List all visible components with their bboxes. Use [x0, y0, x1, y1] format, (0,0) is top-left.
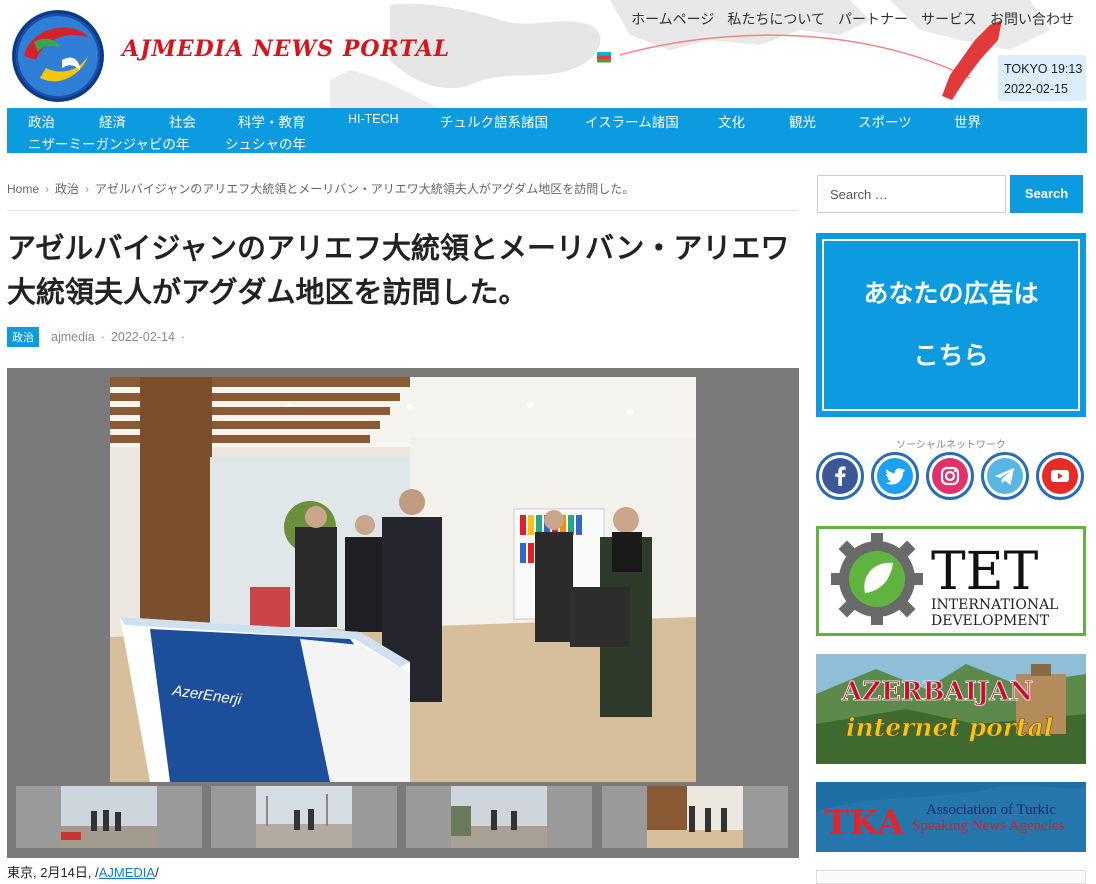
breadcrumb-current: アゼルバイジャンのアリエフ大統領とメーリバン・アリエワ大統領夫人がアグダム地区を… — [95, 182, 635, 196]
social-network-title: ソーシャルネットワーク — [896, 440, 1006, 451]
nav-item-culture[interactable]: 文化 — [718, 111, 745, 131]
nav-item-shusha-year[interactable]: シュシャの年 — [225, 133, 306, 153]
clock-time: TOKYO 19:13 — [1004, 62, 1083, 76]
youtube-icon[interactable] — [1036, 452, 1084, 500]
advertisement-box[interactable]: あなたの広告は こちら — [816, 233, 1086, 417]
tet-big-text: TET — [931, 542, 1039, 602]
tokyo-clock: TOKYO 19:13 2022-02-15 — [998, 55, 1086, 101]
chevron-right-icon: › — [85, 182, 90, 196]
nav-item-hi-tech[interactable]: HI-TECH — [348, 112, 399, 126]
tet-line1: INTERNATIONAL — [931, 597, 1058, 613]
telegram-icon[interactable] — [981, 452, 1029, 500]
top-nav-services[interactable]: サービス — [921, 9, 977, 29]
chevron-right-icon: › — [45, 182, 50, 196]
azerbaijan-internet-portal-banner[interactable]: AZERBAIJAN internet portal — [816, 654, 1086, 764]
aze-line1: AZERBAIJAN — [841, 677, 1033, 707]
aze-line2: internet portal — [846, 713, 1053, 742]
thumbnail-image — [647, 786, 743, 848]
office-visit-photo: AzerEnerji — [110, 377, 696, 782]
article-date: 2022-02-14 — [110, 330, 175, 344]
ad-inner: あなたの広告は こちら — [822, 239, 1080, 411]
article-meta: 政治 ajmedia · 2022-02-14 · — [7, 327, 191, 347]
ad-text-line2: こちら — [913, 341, 989, 370]
top-nav-contact[interactable]: お問い合わせ — [990, 9, 1074, 29]
twitter-icon[interactable] — [871, 452, 919, 500]
next-banner-partial[interactable] — [816, 870, 1086, 884]
tet-logo: TET INTERNATIONAL DEVELOPMENT — [831, 533, 1058, 629]
article-author[interactable]: ajmedia — [51, 330, 95, 344]
main-navigation: 政治 経済 社会 科学・教育 HI-TECH チュルク語系諸国 イスラーム諸国 … — [7, 108, 1087, 153]
top-nav-home[interactable]: ホームページ — [631, 9, 714, 29]
thumbnail-2[interactable] — [211, 786, 397, 848]
thumbnail-1[interactable] — [16, 786, 202, 848]
nav-item-nizami-year[interactable]: ニザーミーガンジャビの年 — [28, 133, 189, 153]
breadcrumb: Home › 政治 › アゼルバイジャンのアリエフ大統領とメーリバン・アリエワ大統領夫人… — [7, 180, 634, 197]
article-caption: 東京, 2月14日, /AJMEDIA/ — [7, 862, 159, 881]
main-photo[interactable]: AzerEnerji — [110, 377, 696, 782]
thumbnail-3[interactable] — [406, 786, 592, 848]
tka-association-banner[interactable]: TKA Association of Turkic Speaking News … — [816, 782, 1086, 852]
facebook-icon[interactable] — [816, 452, 864, 500]
social-icons — [816, 452, 1088, 504]
article-title: アゼルバイジャンのアリエフ大統領とメーリバン・アリエワ大統領夫人がアグダム地区を… — [7, 231, 790, 309]
clock-date: 2022-02-15 — [1004, 82, 1068, 96]
nav-item-economy[interactable]: 経済 — [99, 111, 126, 131]
nav-item-turkic-countries[interactable]: チュルク語系諸国 — [440, 111, 548, 131]
top-navigation: ホームページ 私たちについて パートナー サービス お問い合わせ — [631, 9, 1074, 29]
breadcrumb-category[interactable]: 政治 — [55, 182, 79, 196]
breadcrumb-home[interactable]: Home — [7, 182, 39, 196]
nav-item-tourism[interactable]: 観光 — [789, 111, 816, 131]
nav-item-science-education[interactable]: 科学・教育 — [238, 111, 306, 131]
thumbnail-image — [256, 786, 352, 848]
divider — [7, 210, 799, 211]
ad-text-line1: あなたの広告は — [863, 279, 1039, 308]
caption-suffix: / — [155, 865, 159, 880]
search-button[interactable]: Search — [1010, 175, 1083, 213]
caption-link[interactable]: AJMEDIA — [99, 865, 155, 880]
top-nav-about[interactable]: 私たちについて — [727, 9, 825, 29]
thumbnail-image — [61, 786, 157, 848]
thumbnail-strip — [16, 786, 790, 848]
nav-item-world[interactable]: 世界 — [954, 111, 981, 131]
tka-logo: TKA Association of Turkic Speaking News … — [816, 782, 1086, 852]
tka-line1: Association of Turkic — [926, 802, 1056, 818]
tet-international-banner[interactable]: TET INTERNATIONAL DEVELOPMENT — [816, 526, 1086, 636]
nav-item-society[interactable]: 社会 — [169, 111, 196, 131]
top-nav-partners[interactable]: パートナー — [838, 9, 908, 29]
tet-line2: DEVELOPMENT — [931, 613, 1050, 629]
nav-item-politics[interactable]: 政治 — [28, 111, 55, 131]
tka-logo-text: TKA — [824, 803, 904, 843]
instagram-icon[interactable] — [926, 452, 974, 500]
nav-item-sports[interactable]: スポーツ — [858, 111, 912, 131]
meta-separator: · — [100, 330, 105, 344]
caption-prefix: 東京, 2月14日, / — [7, 865, 99, 880]
meta-separator: · — [180, 330, 186, 344]
tka-line2: Speaking News Agencies — [912, 818, 1065, 834]
search-input[interactable]: Search … — [817, 175, 1006, 213]
photo-gallery: AzerEnerji — [7, 368, 799, 858]
site-header: AJMEDIA NEWS PORTAL ホームページ 私たちについて パートナー… — [0, 0, 1096, 108]
category-badge[interactable]: 政治 — [7, 327, 39, 347]
azerbaijan-portal-image: AZERBAIJAN internet portal — [816, 654, 1086, 764]
thumbnail-4[interactable] — [602, 786, 788, 848]
site-logo[interactable] — [10, 8, 106, 104]
site-title[interactable]: AJMEDIA NEWS PORTAL — [122, 36, 450, 62]
thumbnail-image — [451, 786, 547, 848]
nav-item-islamic-countries[interactable]: イスラーム諸国 — [585, 111, 679, 131]
